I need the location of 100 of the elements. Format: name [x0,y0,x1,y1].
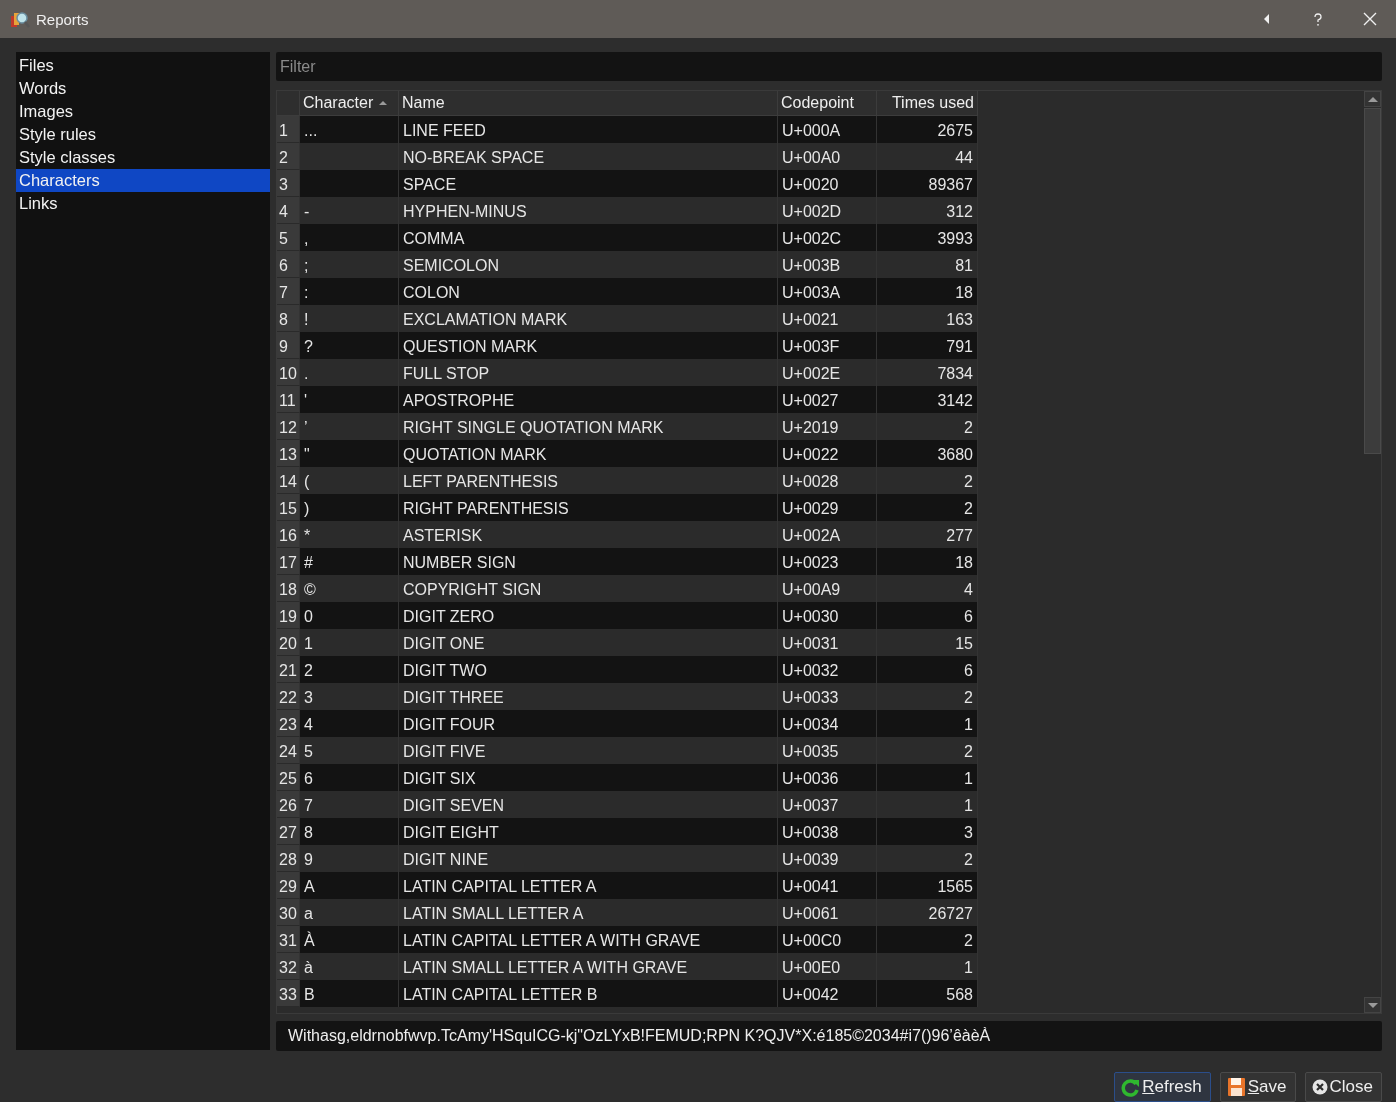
column-header[interactable]: Times used [877,91,978,116]
character-cell: A [300,872,399,899]
row-number: 12 [277,413,300,440]
triangle-icon [1262,13,1270,25]
report-list-item[interactable]: Characters [16,169,270,192]
codepoint-cell: U+0020 [778,170,877,197]
count-cell: 2 [877,926,978,953]
name-cell: LATIN CAPITAL LETTER A WITH GRAVE [399,926,778,953]
close-icon [1311,1079,1328,1095]
report-list-item[interactable]: Links [16,192,270,215]
character-cell: 2 [300,656,399,683]
help-icon [1313,12,1323,26]
row-number: 8 [277,305,300,332]
character-cell: À [300,926,399,953]
refresh-icon [1121,1077,1141,1097]
name-cell: COLON [399,278,778,305]
row-number: 20 [277,629,300,656]
app-icon [10,9,30,29]
row-number: 16 [277,521,300,548]
count-cell: 6 [877,602,978,629]
character-cell: ) [300,494,399,521]
report-list-item[interactable]: Style classes [16,146,270,169]
row-number: 3 [277,170,300,197]
row-number: 19 [277,602,300,629]
codepoint-cell: U+0032 [778,656,877,683]
filter-field[interactable]: Filter [276,52,1382,81]
count-cell: 3 [877,818,978,845]
row-number: 5 [277,224,300,251]
codepoint-cell: U+0041 [778,872,877,899]
character-cell: ? [300,332,399,359]
count-cell: 3993 [877,224,978,251]
codepoint-cell: U+00C0 [778,926,877,953]
column-header[interactable]: Character [300,91,399,116]
row-number: 26 [277,791,300,818]
row-number: 23 [277,710,300,737]
count-cell: 791 [877,332,978,359]
name-cell: QUOTATION MARK [399,440,778,467]
name-cell: DIGIT SIX [399,764,778,791]
row-number: 4 [277,197,300,224]
codepoint-cell: U+0029 [778,494,877,521]
scroll-up-button[interactable] [1364,91,1381,107]
codepoint-cell: U+003F [778,332,877,359]
codepoint-cell: U+003A [778,278,877,305]
name-cell: LINE FEED [399,116,778,143]
row-number: 15 [277,494,300,521]
count-cell: 568 [877,980,978,1007]
row-number: 13 [277,440,300,467]
row-number: 32 [277,953,300,980]
row-number: 14 [277,467,300,494]
name-cell: NUMBER SIGN [399,548,778,575]
row-number: 7 [277,278,300,305]
character-cell: 8 [300,818,399,845]
character-cell: " [300,440,399,467]
count-cell: 89367 [877,170,978,197]
count-cell: 3680 [877,440,978,467]
codepoint-cell: U+002C [778,224,877,251]
sample-text-field[interactable]: Withasg,eldrnobfwvp.TcAmy'HSquICG-kj"OzLYxB!FEMUD;RPN K?QJV*X:é185©2034#i7()96’êàèÀ [276,1021,1382,1051]
report-list-item[interactable]: Words [16,77,270,100]
codepoint-cell: U+0036 [778,764,877,791]
refresh-button[interactable]: Refresh [1114,1072,1211,1102]
row-number: 9 [277,332,300,359]
name-cell: DIGIT EIGHT [399,818,778,845]
row-number: 6 [277,251,300,278]
codepoint-cell: U+0022 [778,440,877,467]
codepoint-cell: U+0023 [778,548,877,575]
row-number: 33 [277,980,300,1007]
report-list-item[interactable]: Files [16,54,270,77]
name-cell: SPACE [399,170,778,197]
codepoint-cell: U+0030 [778,602,877,629]
name-cell: LATIN CAPITAL LETTER B [399,980,778,1007]
save-button[interactable]: Save [1219,1072,1296,1102]
row-number: 18 [277,575,300,602]
name-cell: APOSTROPHE [399,386,778,413]
character-cell: 0 [300,602,399,629]
scroll-thumb[interactable] [1364,108,1381,454]
row-number: 31 [277,926,300,953]
name-cell: DIGIT FOUR [399,710,778,737]
character-cell: ... [300,116,399,143]
name-cell: COMMA [399,224,778,251]
count-cell: 1 [877,764,978,791]
scrollbar[interactable] [1364,91,1381,1013]
character-cell: , [300,224,399,251]
character-cell: # [300,548,399,575]
close-button[interactable]: Close [1304,1072,1382,1102]
up-arrow-icon [1367,95,1378,103]
row-number: 25 [277,764,300,791]
row-number: 11 [277,386,300,413]
character-cell: 6 [300,764,399,791]
column-header[interactable]: Name [399,91,778,116]
codepoint-cell: U+0034 [778,710,877,737]
column-header[interactable]: Codepoint [778,91,877,116]
name-cell: RIGHT PARENTHESIS [399,494,778,521]
count-cell: 2675 [877,116,978,143]
character-cell: B [300,980,399,1007]
character-cell: 4 [300,710,399,737]
name-cell: DIGIT ZERO [399,602,778,629]
scroll-down-button[interactable] [1364,997,1381,1013]
report-list-item[interactable]: Images [16,100,270,123]
report-list-item[interactable]: Style rules [16,123,270,146]
close-icon [1363,12,1377,26]
